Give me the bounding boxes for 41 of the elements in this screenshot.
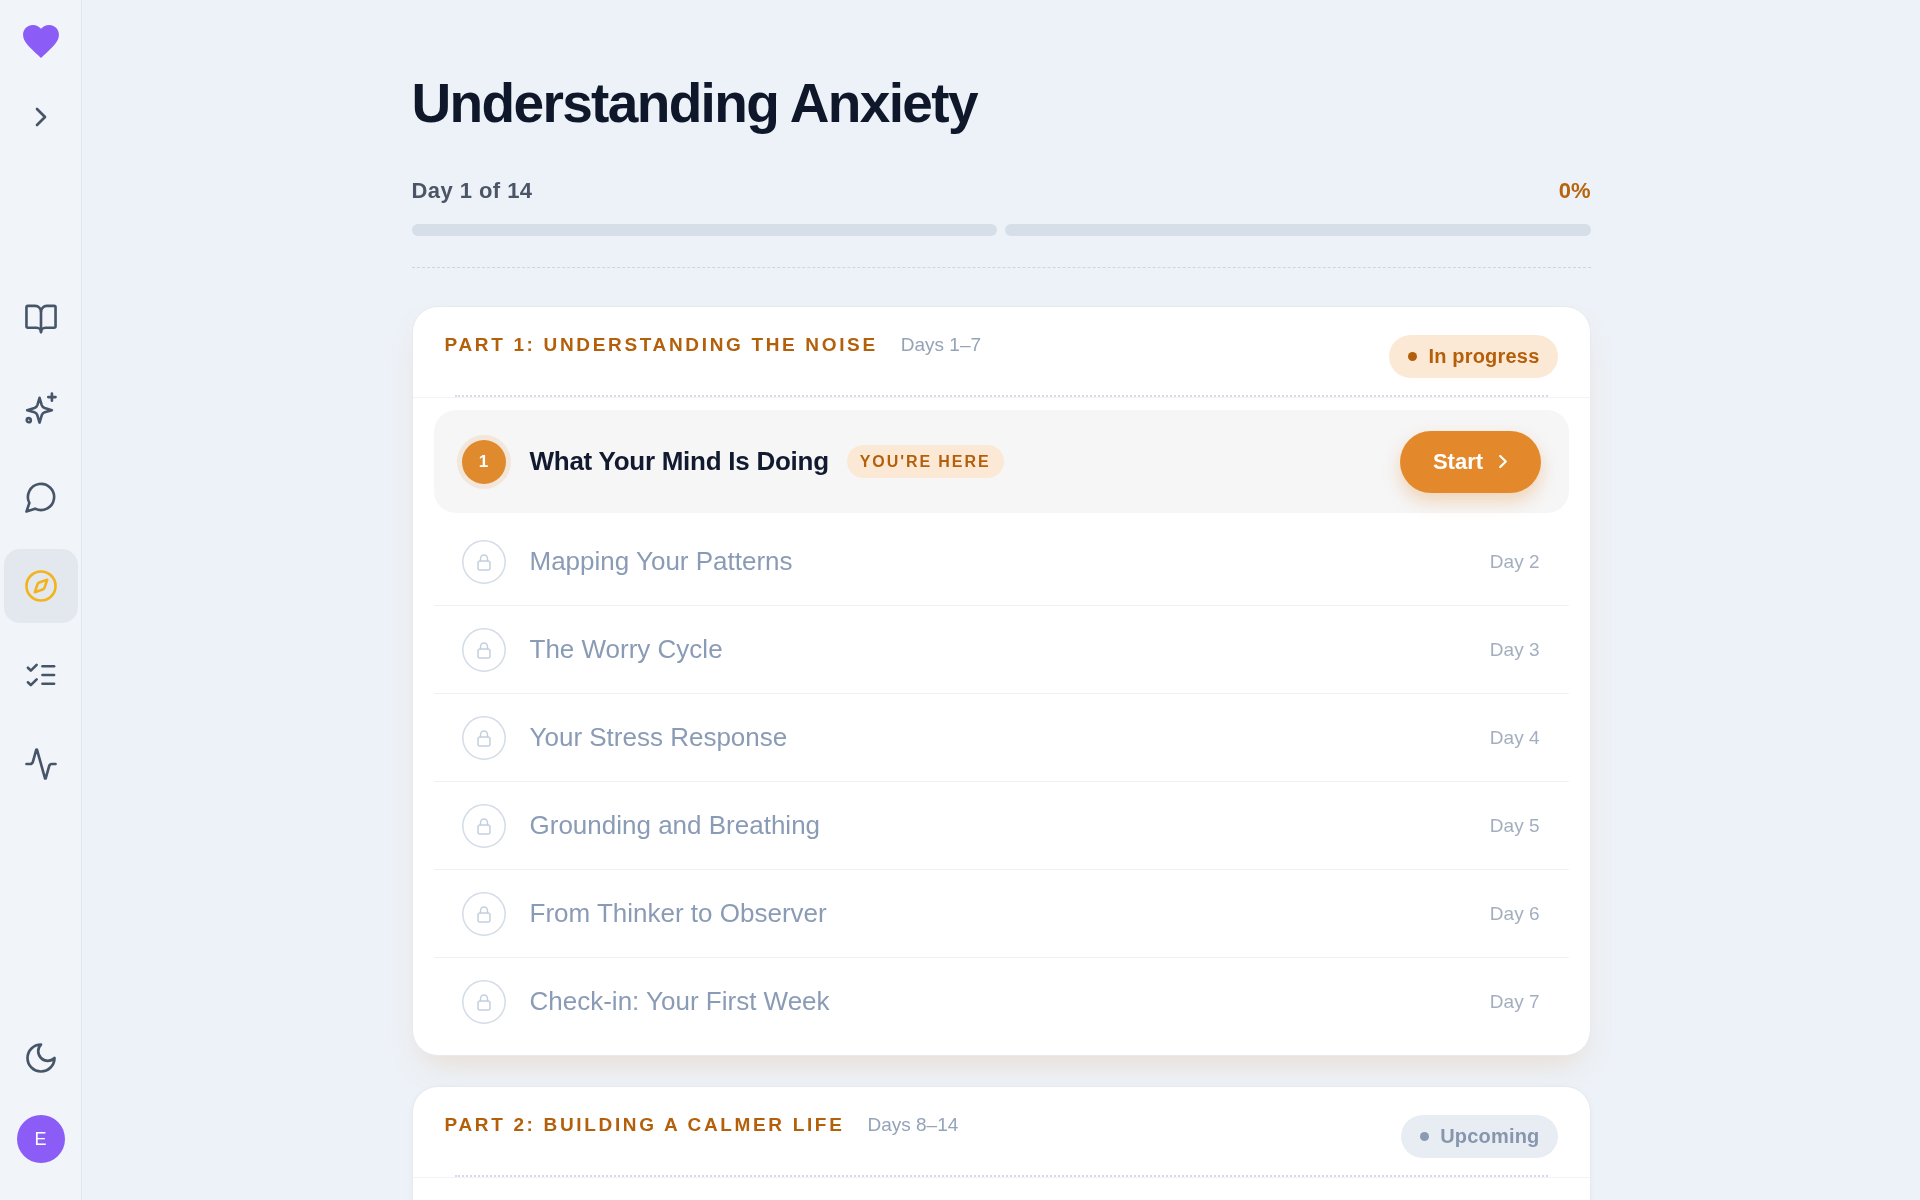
step-number: 1 [456, 434, 511, 489]
lesson-title: From Thinker to Observer [529, 898, 827, 929]
part-title: PART 1: UNDERSTANDING THE NOISE [444, 333, 878, 357]
status-label: Upcoming [1440, 1125, 1540, 1148]
pulse-line-icon[interactable] [24, 748, 57, 780]
lock-icon [461, 979, 506, 1024]
lesson-title: The Worry Cycle [529, 634, 723, 665]
day-label: Day 6 [1489, 902, 1540, 925]
status-label: In progress [1428, 345, 1540, 368]
start-button[interactable]: Start [1399, 430, 1541, 493]
day-label: Day 4 [1489, 726, 1540, 749]
lock-icon [461, 627, 506, 672]
lesson-title: Mapping Your Patterns [529, 546, 793, 577]
lock-icon [461, 539, 506, 584]
part-title: PART 2: BUILDING A CALMER LIFE [444, 1113, 845, 1137]
chevron-right-icon[interactable] [34, 107, 47, 127]
day-label: Day 3 [1489, 638, 1540, 661]
day-range: Days 1–7 [900, 333, 982, 357]
page-title: Understanding Anxiety [411, 71, 979, 135]
avatar[interactable]: E [16, 1115, 65, 1163]
open-book-icon[interactable] [24, 303, 57, 335]
day-label: Day 7 [1489, 990, 1540, 1013]
you-are-here-tag: YOU'RE HERE [846, 445, 1004, 478]
lesson-title: Your Stress Response [529, 722, 788, 753]
lesson-title: What Your Mind Is Doing [529, 446, 829, 477]
day-range: Days 8–14 [867, 1113, 959, 1137]
lock-icon [461, 891, 506, 936]
lesson-title: Grounding and Breathing [529, 810, 821, 841]
sparkle-icon[interactable] [24, 392, 57, 424]
day-label: Day 2 [1489, 550, 1540, 573]
lesson-title: Check-in: Your First Week [529, 986, 830, 1017]
chat-bubble-icon[interactable] [24, 481, 57, 513]
status-dot-icon [1408, 352, 1418, 361]
progress-percent: 0% [1558, 178, 1591, 204]
status-dot-icon [1420, 1132, 1430, 1141]
lock-icon [461, 715, 506, 760]
moon-icon[interactable] [25, 1043, 56, 1073]
lock-icon [461, 803, 506, 848]
progress-label: Day 1 of 14 [411, 178, 533, 204]
day-label: Day 5 [1489, 814, 1540, 837]
heart-icon [21, 25, 60, 58]
